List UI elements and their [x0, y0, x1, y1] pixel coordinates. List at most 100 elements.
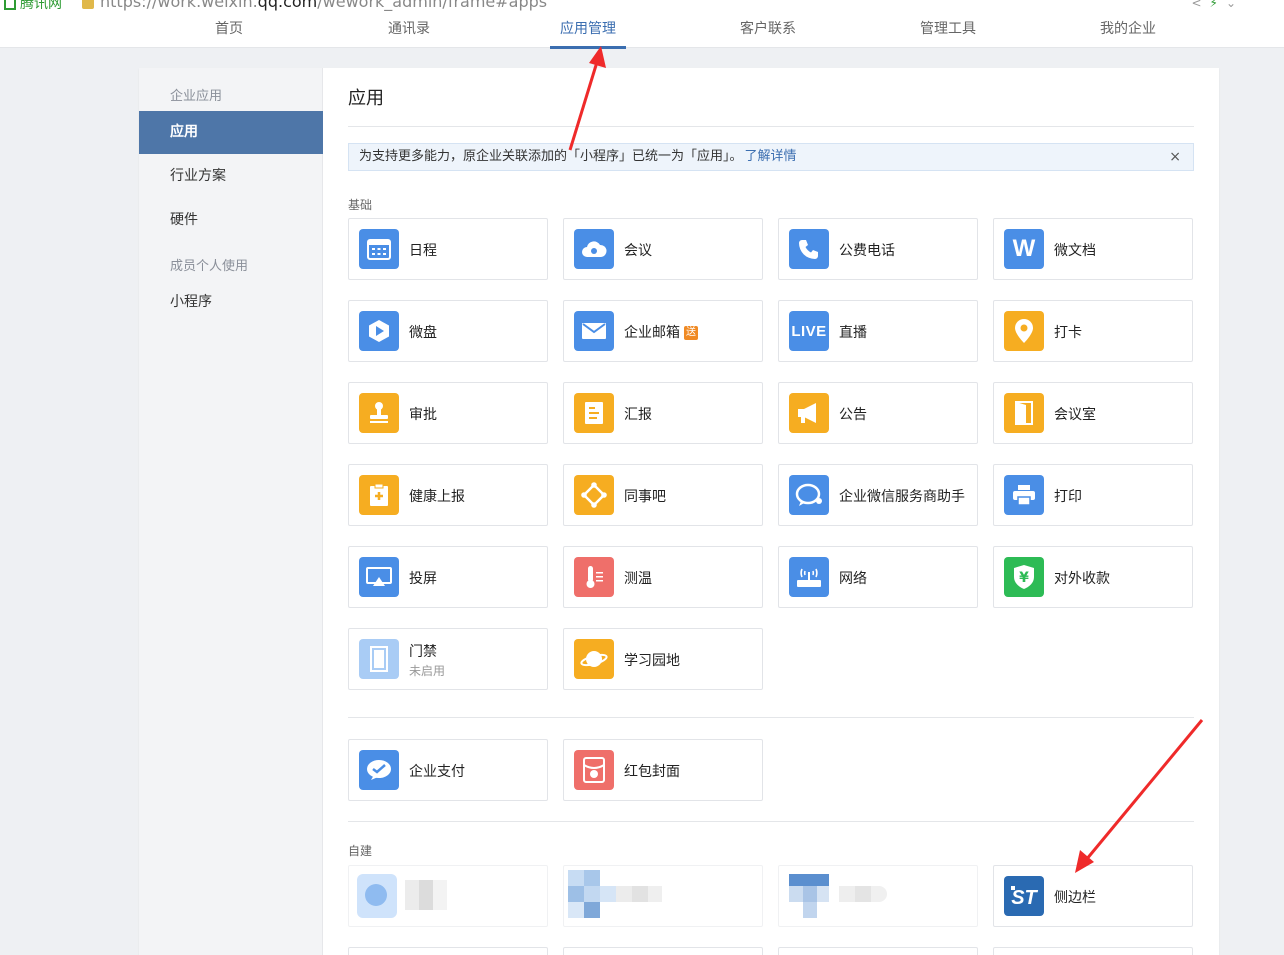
- app-name: 红包封面: [624, 764, 680, 780]
- app-name: 企业邮箱送: [624, 325, 698, 341]
- app-name: 门禁: [409, 644, 437, 660]
- app-tile-partial[interactable]: [993, 947, 1193, 955]
- app-name: 公费电话: [839, 243, 895, 259]
- thermometer-icon: [574, 557, 614, 597]
- app-name: 测温: [624, 571, 652, 587]
- sidebar-group-enterprise-apps: 企业应用: [170, 89, 223, 104]
- app-tile-partial[interactable]: [778, 947, 978, 955]
- app-tile-service-provider-assistant[interactable]: 企业微信服务商助手: [778, 464, 978, 526]
- drive-icon: [359, 311, 399, 351]
- sidebar-item-industry-solutions[interactable]: 行业方案: [139, 155, 323, 198]
- app-tile-network[interactable]: 网络: [778, 546, 978, 608]
- app-tile-sidebar[interactable]: ST 侧边栏: [993, 865, 1193, 927]
- sidebar: 企业应用 应用 行业方案 硬件 成员个人使用 小程序: [139, 68, 323, 955]
- app-tile-approval[interactable]: 审批: [348, 382, 548, 444]
- red-packet-icon: [574, 750, 614, 790]
- app-name: 微文档: [1054, 243, 1096, 259]
- location-pin-icon: [1004, 311, 1044, 351]
- app-tile-enterprise-payment[interactable]: 企业支付: [348, 739, 548, 801]
- browser-tools[interactable]: <⚡⌄: [1191, 0, 1244, 10]
- section-label-custom: 自建: [348, 844, 373, 858]
- app-tile-custom-obscured[interactable]: [563, 865, 763, 927]
- sidebar-item-mini-programs[interactable]: 小程序: [139, 281, 323, 324]
- yuan-shield-icon: ¥: [1004, 557, 1044, 597]
- gate-icon: [359, 639, 399, 679]
- app-tile-colleague-bar[interactable]: 同事吧: [563, 464, 763, 526]
- tab-app-management[interactable]: 应用管理: [528, 20, 648, 49]
- browser-address-bar: 腾讯网 https://work.weixin.qq.com/wework_ad…: [0, 0, 1284, 18]
- tab-my-enterprise[interactable]: 我的企业: [1068, 20, 1188, 47]
- app-tile-health-report[interactable]: 健康上报: [348, 464, 548, 526]
- calendar-icon: [359, 229, 399, 269]
- app-tile-meeting-room[interactable]: 会议室: [993, 382, 1193, 444]
- url-text[interactable]: https://work.weixin.qq.com/wework_admin/…: [82, 0, 547, 11]
- app-tile-screen-cast[interactable]: 投屏: [348, 546, 548, 608]
- sidebar-item-hardware[interactable]: 硬件: [139, 199, 323, 242]
- app-name: 对外收款: [1054, 571, 1110, 587]
- app-tile-live[interactable]: LIVE 直播: [778, 300, 978, 362]
- report-icon: [574, 393, 614, 433]
- app-name: 直播: [839, 325, 867, 341]
- mail-icon: [574, 311, 614, 351]
- router-icon: [789, 557, 829, 597]
- bolt-icon[interactable]: ⚡: [1210, 0, 1226, 10]
- security-icon: [82, 0, 94, 9]
- site-label[interactable]: 腾讯网: [4, 0, 62, 13]
- tab-customer-contact[interactable]: 客户联系: [708, 20, 828, 47]
- app-tile-custom-obscured[interactable]: [348, 865, 548, 927]
- app-tile-temperature[interactable]: 测温: [563, 546, 763, 608]
- app-name: 侧边栏: [1054, 890, 1096, 906]
- app-tile-drive[interactable]: 微盘: [348, 300, 548, 362]
- tab-management-tools[interactable]: 管理工具: [888, 20, 1008, 47]
- app-tile-public-phone[interactable]: 公费电话: [778, 218, 978, 280]
- live-icon: LIVE: [789, 311, 829, 351]
- obscured-app-icon: [789, 874, 899, 922]
- app-name: 打印: [1054, 489, 1082, 505]
- app-tile-external-payment[interactable]: ¥ 对外收款: [993, 546, 1193, 608]
- app-tile-announcement[interactable]: 公告: [778, 382, 978, 444]
- app-name: 企业微信服务商助手: [839, 489, 965, 505]
- gift-badge: 送: [684, 326, 698, 340]
- notice-text: 为支持更多能力，原企业关联添加的「小程序」已统一为「应用」。: [359, 149, 743, 164]
- app-name: 日程: [409, 243, 437, 259]
- app-tile-partial[interactable]: [563, 947, 763, 955]
- site-icon: [4, 0, 16, 10]
- sidebar-item-apps[interactable]: 应用: [139, 111, 323, 154]
- section-divider: [348, 717, 1194, 718]
- app-tile-red-packet-cover[interactable]: 红包封面: [563, 739, 763, 801]
- svg-text:¥: ¥: [1019, 570, 1029, 586]
- section-label-basic: 基础: [348, 198, 373, 212]
- app-tile-enterprise-mail[interactable]: 企业邮箱送: [563, 300, 763, 362]
- app-tile-access-control[interactable]: 门禁 未启用: [348, 628, 548, 690]
- tab-home[interactable]: 首页: [169, 20, 289, 47]
- doc-w-icon: W: [1004, 229, 1044, 269]
- page-title: 应用: [348, 88, 384, 109]
- app-tile-print[interactable]: 打印: [993, 464, 1193, 526]
- phone-icon: [789, 229, 829, 269]
- app-tile-meeting[interactable]: 会议: [563, 218, 763, 280]
- section-divider: [348, 821, 1194, 822]
- share-icon[interactable]: <: [1191, 0, 1209, 10]
- tab-contacts[interactable]: 通讯录: [349, 20, 469, 47]
- app-name: 同事吧: [624, 489, 666, 505]
- app-tile-learning-garden[interactable]: 学习园地: [563, 628, 763, 690]
- app-tile-micro-doc[interactable]: W 微文档: [993, 218, 1193, 280]
- top-nav: 首页 通讯录 应用管理 客户联系 管理工具 我的企业: [0, 18, 1284, 49]
- app-name: 健康上报: [409, 489, 465, 505]
- notice-banner: 为支持更多能力，原企业关联添加的「小程序」已统一为「应用」。 了解详情 ×: [348, 143, 1194, 171]
- learn-more-link[interactable]: 了解详情: [745, 149, 797, 164]
- app-tile-partial[interactable]: [348, 947, 548, 955]
- chevron-down-icon[interactable]: ⌄: [1226, 0, 1244, 10]
- app-tile-report[interactable]: 汇报: [563, 382, 763, 444]
- close-icon[interactable]: ×: [1169, 144, 1181, 170]
- stamp-icon: [359, 393, 399, 433]
- app-name: 网络: [839, 571, 867, 587]
- app-tile-custom-obscured[interactable]: [778, 865, 978, 927]
- payment-icon: [359, 750, 399, 790]
- app-tile-schedule[interactable]: 日程: [348, 218, 548, 280]
- planet-icon: [574, 639, 614, 679]
- app-name: 审批: [409, 407, 437, 423]
- svg-text:ST: ST: [1011, 887, 1038, 909]
- app-tile-check-in[interactable]: 打卡: [993, 300, 1193, 362]
- obscured-app-icon: [357, 874, 397, 918]
